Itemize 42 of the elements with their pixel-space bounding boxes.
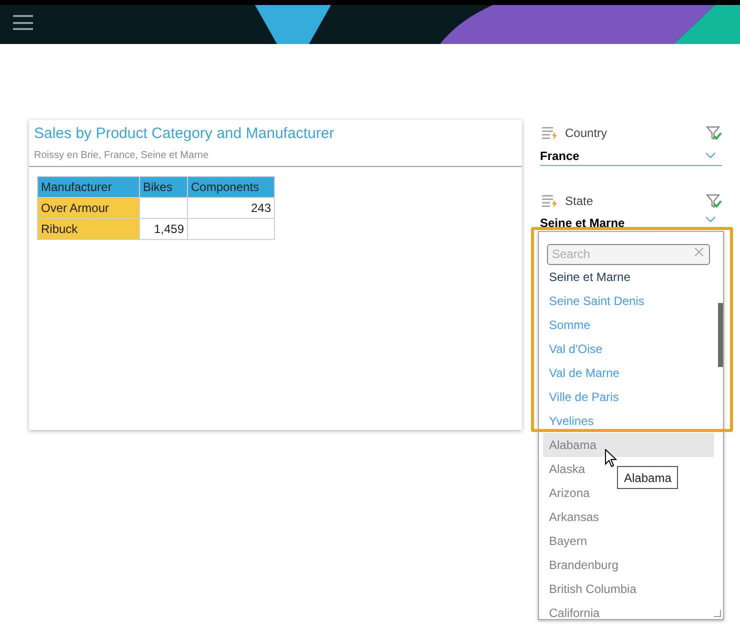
dropdown-item[interactable]: Yvelines xyxy=(543,409,600,433)
filter-label: State xyxy=(565,193,594,210)
menu-icon[interactable] xyxy=(13,15,33,30)
table-cell: 243 xyxy=(188,198,274,218)
search-field[interactable]: Search xyxy=(547,244,710,264)
filter-dropdown[interactable]: Seine et Marne xyxy=(540,214,722,230)
dropdown-item[interactable]: California xyxy=(543,601,606,619)
scrollbar-thumb[interactable] xyxy=(718,303,723,367)
dropdown-item[interactable]: Arkansas xyxy=(543,505,606,529)
row-header: Ribuck xyxy=(38,218,140,240)
filter-dropdown[interactable]: France xyxy=(540,146,722,166)
dropdown-item[interactable]: Seine et Marne xyxy=(543,265,636,289)
filter-label: Country xyxy=(565,125,608,142)
dropdown-item[interactable]: Alaska xyxy=(543,457,592,481)
filter-check-icon[interactable] xyxy=(706,125,722,141)
list-icon xyxy=(542,194,558,208)
dropdown-item[interactable]: Arizona xyxy=(543,481,596,505)
dropdown-item[interactable]: Alabama xyxy=(543,433,714,457)
list-icon xyxy=(542,126,558,140)
row-header: Over Armour xyxy=(38,198,140,218)
dropdown-item[interactable]: Val d'Oise xyxy=(543,337,608,361)
dropdown-item[interactable]: Bayern xyxy=(543,529,594,553)
report-subtitle: Roissy en Brie, France, Seine et Marne xyxy=(34,149,210,163)
column-header: Components xyxy=(188,176,274,198)
report-title: Sales by Product Category and Manufacturer xyxy=(34,125,336,143)
cursor-icon xyxy=(605,449,617,468)
dropdown-item[interactable]: British Columbia xyxy=(543,577,642,601)
dropdown-item[interactable]: Somme xyxy=(543,313,596,337)
dropdown-item[interactable]: Val de Marne xyxy=(543,361,626,385)
chevron-down-icon[interactable] xyxy=(705,152,716,159)
close-icon[interactable] xyxy=(694,247,704,257)
column-header: Manufacturer xyxy=(38,176,140,198)
dropdown-item[interactable]: Seine Saint Denis xyxy=(543,289,650,313)
resize-grip-icon[interactable] xyxy=(714,610,721,617)
dropdown-item[interactable]: Brandenburg xyxy=(543,553,624,577)
chevron-down-icon[interactable] xyxy=(705,216,716,223)
column-header: Bikes xyxy=(140,176,188,198)
table-cell xyxy=(140,198,188,218)
dropdown-item[interactable]: Ville de Paris xyxy=(543,385,625,409)
tooltip: Alabama xyxy=(617,466,678,489)
table-cell: 1,459 xyxy=(140,218,188,240)
filter-check-icon[interactable] xyxy=(706,193,722,209)
